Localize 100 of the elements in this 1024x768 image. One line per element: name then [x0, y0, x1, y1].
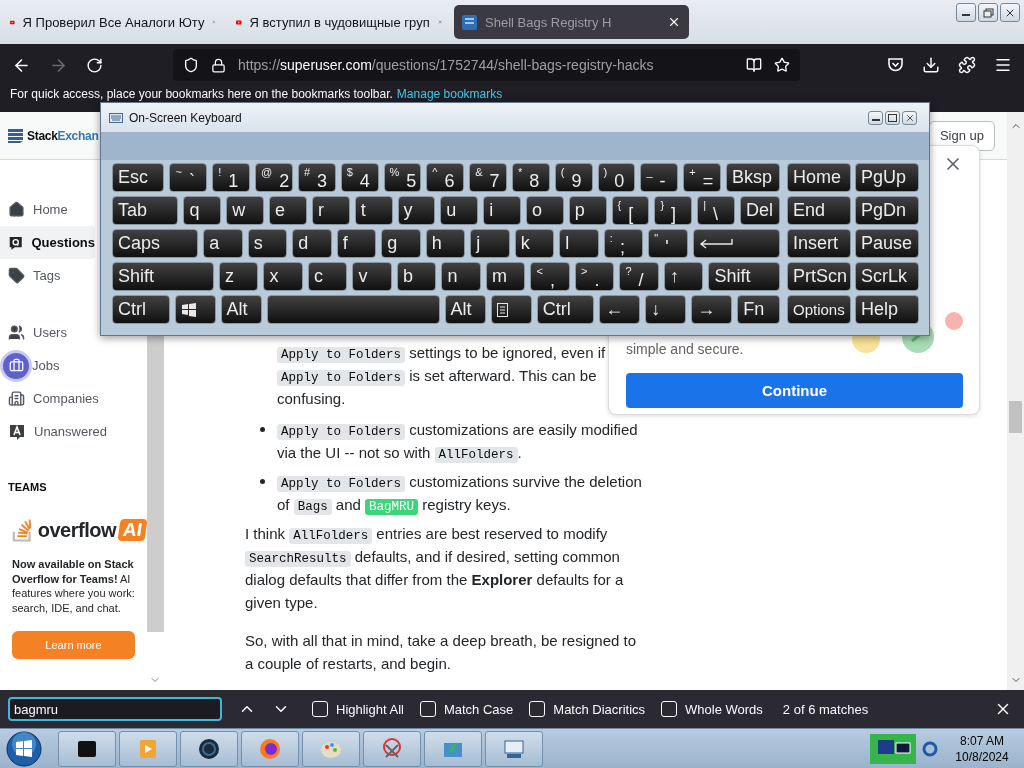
- keyboard-key[interactable]: ( 9: [554, 163, 593, 192]
- keyboard-key[interactable]: Pause: [855, 229, 919, 258]
- keyboard-key[interactable]: q: [183, 196, 222, 225]
- close-button[interactable]: [1000, 3, 1020, 22]
- keyboard-key[interactable]: < ,: [530, 262, 570, 291]
- keyboard-key[interactable]: ↓: [645, 295, 687, 324]
- pocket-button[interactable]: [887, 57, 904, 73]
- keyboard-key[interactable]: l: [559, 229, 599, 258]
- site-logo-text[interactable]: StackExchan: [27, 128, 99, 143]
- extensions-button[interactable]: [958, 56, 976, 74]
- keyboard-key[interactable]: Caps: [112, 229, 199, 258]
- keyboard-key[interactable]: i: [483, 196, 521, 225]
- keyboard-key[interactable]: Alt: [444, 295, 486, 324]
- keyboard-key[interactable]: Alt: [220, 295, 262, 324]
- maximize-button[interactable]: [885, 110, 900, 125]
- keyboard-key[interactable]: PgDn: [855, 196, 919, 225]
- keyboard-key[interactable]: } ]: [654, 196, 693, 225]
- keyboard-key[interactable]: Esc: [112, 163, 165, 192]
- keyboard-key[interactable]: { [: [611, 196, 650, 225]
- network-icon[interactable]: [870, 733, 916, 764]
- keyboard-key[interactable]: + =: [683, 163, 722, 192]
- windows-key[interactable]: [174, 295, 216, 324]
- keyboard-key[interactable]: % 5: [383, 163, 422, 192]
- keyboard-key[interactable]: _ -: [640, 163, 679, 192]
- keyboard-key[interactable]: t: [354, 196, 393, 225]
- keyboard-key[interactable]: Help: [855, 295, 919, 324]
- checkbox[interactable]: [661, 701, 678, 717]
- keyboard-key[interactable]: g: [381, 229, 421, 258]
- keyboard-key[interactable]: u: [440, 196, 479, 225]
- keyboard-key[interactable]: h: [425, 229, 466, 258]
- keyboard-key[interactable]: ScrLk: [855, 262, 919, 291]
- keyboard-key[interactable]: PrtScn: [787, 262, 851, 291]
- keyboard-key[interactable]: Bksp: [726, 163, 780, 192]
- keyboard-key[interactable]: ↑: [663, 262, 704, 291]
- sidebar-item[interactable]: Unanswered: [0, 415, 146, 448]
- keyboard-key[interactable]: End: [787, 196, 851, 225]
- keyboard-key[interactable]: →: [691, 295, 733, 324]
- browser-tab[interactable]: Shell Bags Registry H: [454, 5, 689, 39]
- reader-view-icon[interactable]: [746, 57, 762, 73]
- reload-button[interactable]: [86, 56, 103, 74]
- taskbar-app-button[interactable]: [180, 730, 238, 767]
- enter-key[interactable]: [692, 229, 780, 258]
- keyboard-key[interactable]: Tab: [112, 196, 179, 225]
- option-label[interactable]: Match Diacritics: [553, 701, 646, 717]
- keyboard-key[interactable]: o: [525, 196, 564, 225]
- option-label[interactable]: Highlight All: [336, 701, 404, 717]
- keyboard-key[interactable]: ! 1: [212, 163, 251, 192]
- keyboard-key[interactable]: # 3: [297, 163, 336, 192]
- keyboard-key[interactable]: z: [218, 262, 259, 291]
- checkbox[interactable]: [312, 701, 328, 717]
- sidebar-item[interactable]: Jobs: [0, 349, 146, 382]
- minimize-button[interactable]: [868, 110, 883, 125]
- keyboard-key[interactable]: ^ 6: [426, 163, 465, 192]
- tray-app-icon[interactable]: [922, 739, 938, 758]
- keyboard-key[interactable]: j: [470, 229, 510, 258]
- close-icon[interactable]: [667, 15, 681, 29]
- checkbox[interactable]: [419, 701, 436, 717]
- keyboard-key[interactable]: Fn: [737, 295, 780, 324]
- keyboard-key[interactable]: ←: [599, 295, 641, 324]
- keyboard-key[interactable]: Del: [740, 196, 780, 225]
- keyboard-key[interactable]: n: [441, 262, 481, 291]
- menu-button[interactable]: [994, 56, 1012, 74]
- keyboard-key[interactable]: p: [568, 196, 607, 225]
- keyboard-key[interactable]: y: [397, 196, 436, 225]
- continue-button[interactable]: Continue: [626, 373, 963, 408]
- menu-key[interactable]: [490, 295, 532, 324]
- keyboard-key[interactable]: > .: [574, 262, 615, 291]
- minimize-button[interactable]: [956, 3, 976, 22]
- keyboard-key[interactable]: Shift: [112, 262, 214, 291]
- keyboard-key[interactable]: * 8: [511, 163, 550, 192]
- scrollbar-thumb[interactable]: [1009, 401, 1022, 433]
- browser-tab[interactable]: Я Проверил Все Аналоги Юту: [2, 5, 224, 39]
- option-label[interactable]: Match Case: [443, 701, 514, 717]
- sidebar-item[interactable]: Questions: [0, 226, 95, 259]
- start-button[interactable]: [4, 729, 44, 768]
- keyboard-key[interactable]: b: [396, 262, 437, 291]
- keyboard-key[interactable]: PgUp: [855, 163, 919, 192]
- keyboard-key[interactable]: a: [203, 229, 243, 258]
- download-button[interactable]: [922, 56, 940, 74]
- keyboard-key[interactable]: $ 4: [340, 163, 379, 192]
- keyboard-key[interactable]: Insert: [787, 229, 851, 258]
- keyboard-key[interactable]: r: [311, 196, 350, 225]
- keyboard-key[interactable]: e: [269, 196, 307, 225]
- taskbar-app-button[interactable]: [58, 730, 116, 767]
- restore-button[interactable]: [978, 3, 998, 22]
- keyboard-key[interactable]: Ctrl: [112, 295, 170, 324]
- keyboard-key[interactable]: | \: [697, 196, 735, 225]
- keyboard-key[interactable]: s: [247, 229, 288, 258]
- manage-bookmarks-link[interactable]: Manage bookmarks: [396, 88, 503, 101]
- keyboard-key[interactable]: ? /: [619, 262, 659, 291]
- keyboard-key[interactable]: ) 0: [597, 163, 636, 192]
- keyboard-key[interactable]: : ;: [603, 229, 644, 258]
- option-label[interactable]: Whole Words: [685, 701, 763, 717]
- clock[interactable]: 8:07 AM 10/8/2024: [944, 732, 1020, 765]
- find-field[interactable]: bagmru: [8, 697, 222, 721]
- keyboard-key[interactable]: m: [485, 262, 526, 291]
- browser-tab[interactable]: Я вступил в чудовищные груп: [228, 5, 450, 39]
- address-bar[interactable]: https://superuser.com/questions/1752744/shell-bags-registry-hacks: [173, 49, 800, 81]
- star-icon[interactable]: [774, 57, 790, 73]
- keyboard-key[interactable]: d: [292, 229, 332, 258]
